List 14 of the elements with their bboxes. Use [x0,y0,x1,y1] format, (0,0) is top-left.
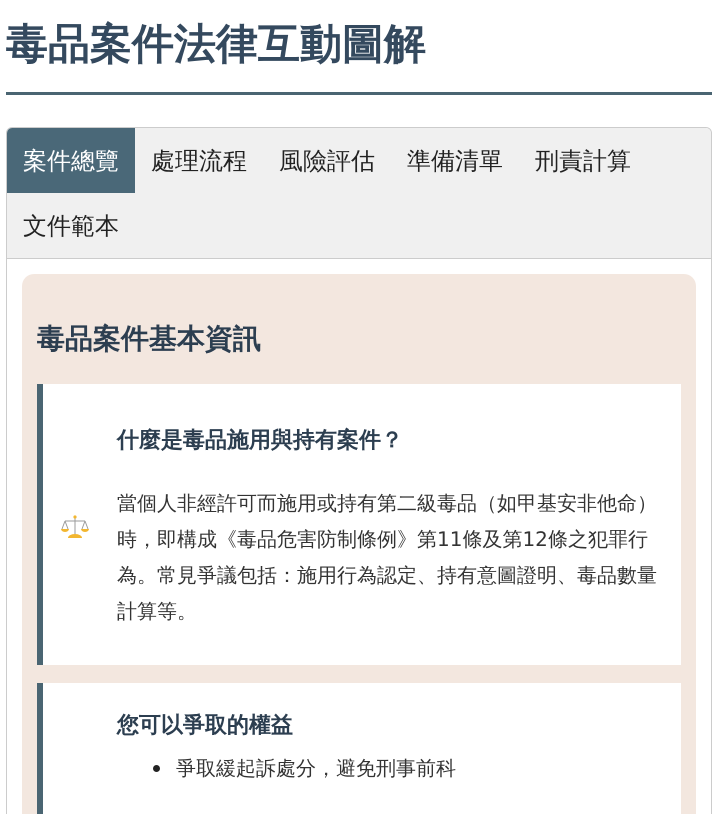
tab[interactable]: 文件範本 [7,193,135,258]
card-heading: 您可以爭取的權益 [117,712,294,740]
card-text: 當個人非經許可而施用或持有第二級毒品（如甲基安非他命）時，即構成《毒品危害防制條例》第11條及第12條之犯罪行為。常見爭議包括：施用行為認定、持有意圖證明、毒品數量計算等。 [117,490,657,625]
card-heading: 什麼是毒品施用與持有案件？ [117,426,404,455]
bullet-icon [153,764,160,772]
section-heading: 毒品案件基本資訊 [37,321,262,357]
tab[interactable]: 準備清單 [391,128,519,193]
tab[interactable]: 風險評估 [263,128,391,193]
page-title: 毒品案件法律互動圖解 [6,0,712,95]
scales-icon [61,514,89,540]
tab[interactable]: 案件總覽 [7,128,135,193]
tab[interactable]: 處理流程 [135,128,263,193]
tab[interactable]: 刑責計算 [519,128,647,193]
list-item: 爭取緩起訴處分，避免刑事前科 [176,755,456,782]
